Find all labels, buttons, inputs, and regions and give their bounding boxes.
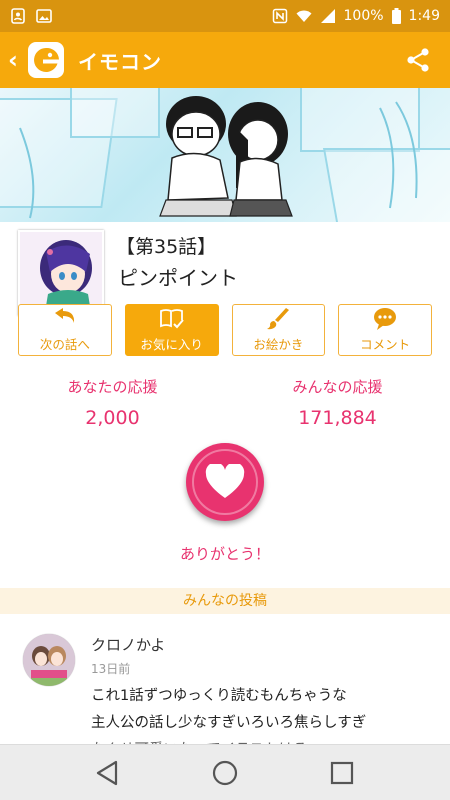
undo-arrow-icon	[54, 308, 74, 323]
system-navigation-bar	[0, 744, 450, 800]
episode-header: 【第35話】 ピンポイント	[0, 222, 450, 316]
avatar-illustration	[23, 634, 75, 686]
everyone-support-value: 171,884	[298, 407, 377, 429]
signal-icon	[320, 9, 335, 23]
wifi-icon	[296, 10, 312, 22]
nav-home-button[interactable]	[208, 756, 242, 790]
drawing-label: お絵かき	[253, 337, 304, 352]
comment-label: コメント	[360, 337, 411, 352]
status-bar: 100% 1:49	[0, 0, 450, 32]
user-avatar[interactable]	[23, 634, 75, 686]
your-support-label: あなたの応援	[67, 378, 158, 396]
nav-back-button[interactable]	[91, 756, 125, 790]
back-triangle-icon	[97, 760, 118, 785]
drawing-button[interactable]: お絵かき	[231, 304, 326, 356]
support-heart-button[interactable]	[186, 443, 264, 521]
episode-number: 【第35話】	[116, 236, 217, 258]
post-timestamp: 13日前	[91, 662, 131, 676]
heart-button-ring	[192, 449, 258, 515]
app-logo[interactable]	[28, 42, 64, 78]
episode-actions: 次の話へ お気に入り お絵かき コメント	[18, 304, 432, 356]
back-chevron-icon[interactable]: ‹	[2, 32, 24, 88]
home-circle-icon	[212, 760, 238, 785]
battery-icon	[391, 8, 401, 24]
post-text-line: これ1話ずつゆっくり読むもんちゃうな	[91, 688, 347, 704]
nav-recents-button[interactable]	[325, 756, 359, 790]
book-check-icon	[159, 309, 184, 329]
comment-button[interactable]: コメント	[338, 304, 432, 356]
thanks-message: ありがとう！	[179, 545, 270, 563]
comment-icon	[374, 308, 397, 330]
post-text-line: 主人公の話し少なすぎいろいろ焦らしすぎ	[91, 715, 367, 731]
favorite-label: お気に入り	[140, 337, 203, 352]
next-episode-button[interactable]: 次の話へ	[18, 304, 112, 356]
episode-title: ピンポイント	[118, 266, 238, 290]
post-username[interactable]: クロノかよ	[91, 634, 165, 655]
share-icon[interactable]	[404, 46, 432, 74]
everyone-support-label: みんなの応援	[292, 378, 383, 396]
clock: 1:49	[408, 8, 440, 24]
posts-section-header: みんなの投稿	[0, 588, 450, 614]
imocon-logo-icon	[34, 47, 59, 72]
recents-square-icon	[330, 761, 353, 784]
image-notification-icon	[36, 9, 52, 23]
post-item[interactable]: クロノかよ 13日前 これ1話ずつゆっくり読むもんちゃうな 主人公の話し少なすぎ…	[0, 614, 450, 758]
your-support-value: 2,000	[85, 407, 140, 429]
banner-characters-illustration	[19, 96, 418, 219]
episode-banner-image	[0, 88, 450, 222]
brush-icon	[267, 308, 290, 330]
contacts-notification-icon	[11, 8, 25, 24]
nfc-icon	[272, 8, 287, 24]
app-title: イモコン	[78, 49, 162, 74]
battery-level: 100%	[343, 8, 384, 24]
next-episode-label: 次の話へ	[39, 337, 90, 352]
favorite-button[interactable]: お気に入り	[124, 304, 219, 356]
app-bar: ‹ イモコン	[0, 32, 450, 88]
